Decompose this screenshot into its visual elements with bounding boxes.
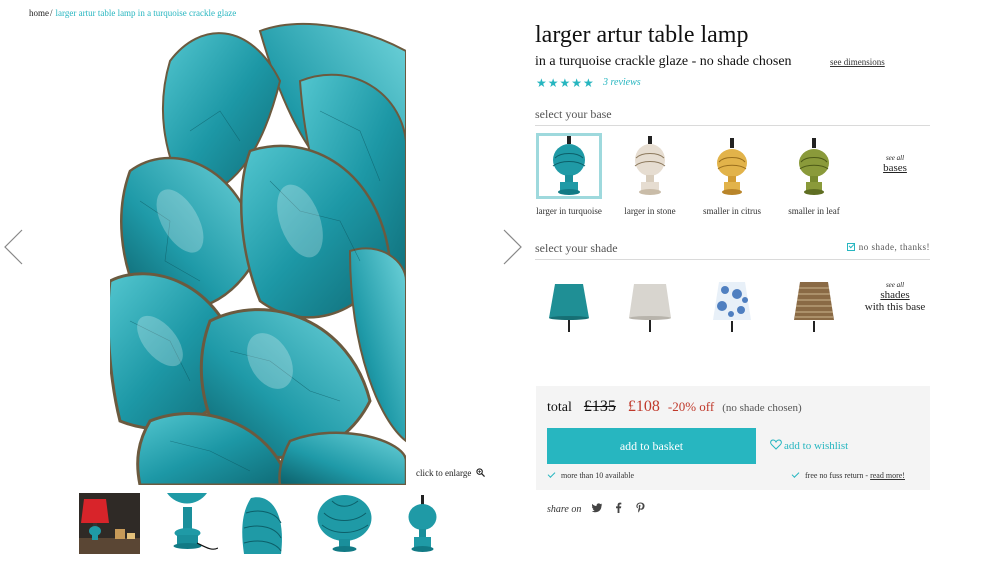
base-option-label: smaller in leaf <box>788 206 840 216</box>
facebook-icon[interactable] <box>613 502 624 513</box>
lampshade-icon <box>713 282 751 332</box>
shade-option-brown-pattern[interactable] <box>780 280 848 332</box>
pinterest-icon[interactable] <box>635 502 646 513</box>
thumbnail-room-scene[interactable] <box>79 493 140 554</box>
product-subtitle: in a turquoise crackle glaze - no shade … <box>535 54 792 69</box>
add-to-wishlist-link[interactable]: add to wishlist <box>770 439 848 452</box>
see-all-shades-extra: with this base <box>864 301 926 313</box>
check-icon <box>547 470 556 478</box>
base-option-larger-turquoise[interactable]: larger in turquoise <box>535 133 603 217</box>
price-total: total £135 £108 -20% off (no shade chose… <box>547 398 802 416</box>
select-base-heading: select your base <box>535 107 930 126</box>
breadcrumb: home/larger artur table lamp in a turquo… <box>29 8 236 18</box>
share-bar: share on <box>547 502 646 515</box>
see-all-shades-link[interactable]: shades <box>855 289 935 301</box>
enlarge-label: click to enlarge <box>416 468 472 478</box>
no-shade-label: no shade, thanks! <box>858 242 930 252</box>
discount-badge: -20% off <box>667 399 715 414</box>
rating-stars: ★★★★★ <box>536 76 595 90</box>
base-option-label: larger in stone <box>624 206 676 216</box>
select-shade-heading: select your shade no shade, thanks! <box>535 241 930 260</box>
stock-status: more than 10 available <box>547 470 635 480</box>
price-note: (no shade chosen) <box>722 402 802 414</box>
lampshade-icon <box>549 284 589 332</box>
thumbnail-full-lamp[interactable] <box>392 493 453 554</box>
thumbnail-side-view[interactable] <box>236 493 297 554</box>
check-icon <box>791 470 800 478</box>
base-option-image <box>699 133 765 199</box>
base-option-label: larger in turquoise <box>536 206 602 216</box>
main-product-image[interactable] <box>110 21 406 485</box>
purchase-panel: total £135 £108 -20% off (no shade chose… <box>536 386 930 490</box>
zoom-icon <box>475 468 485 477</box>
base-option-smaller-citrus[interactable]: smaller in citrus <box>698 133 766 217</box>
returns-info: free no fuss return - read more! <box>791 470 905 480</box>
twitter-icon[interactable] <box>591 502 603 513</box>
breadcrumb-home-link[interactable]: home <box>29 8 49 18</box>
lampshade-icon <box>794 282 834 332</box>
base-option-image <box>536 133 602 199</box>
original-price: £135 <box>583 398 616 415</box>
sale-price: £108 <box>627 398 660 415</box>
thumbnail-top-view[interactable] <box>314 493 375 554</box>
shade-option-turquoise[interactable] <box>535 280 603 332</box>
click-to-enlarge[interactable]: click to enlarge <box>416 468 485 478</box>
base-option-image <box>617 133 683 199</box>
wishlist-label: add to wishlist <box>784 440 849 452</box>
breadcrumb-separator: / <box>50 8 53 18</box>
checkbox-checked-icon <box>846 243 855 251</box>
stock-label: more than 10 available <box>561 471 635 480</box>
select-shade-label: select your shade <box>535 241 618 255</box>
see-all-bases-link[interactable]: bases <box>855 162 935 174</box>
no-shade-checkbox[interactable]: no shade, thanks! <box>846 242 930 252</box>
base-option-label: smaller in citrus <box>703 206 761 216</box>
see-all-small-label: see all <box>885 281 905 289</box>
heart-icon <box>770 439 782 450</box>
thumbnail-base-detail[interactable] <box>157 493 218 554</box>
shade-option-stone[interactable] <box>616 280 684 332</box>
base-option-larger-stone[interactable]: larger in stone <box>616 133 684 217</box>
see-all-small-label: see all <box>885 154 905 162</box>
reviews-link[interactable]: 3 reviews <box>603 77 641 88</box>
add-to-basket-button[interactable]: add to basket <box>547 428 756 464</box>
see-all-bases[interactable]: see all bases <box>855 154 935 174</box>
chevron-left-icon <box>4 229 23 265</box>
shade-option-blue-floral[interactable] <box>698 280 766 332</box>
see-all-shades[interactable]: see all shades with this base <box>855 281 935 313</box>
read-more-link[interactable]: read more! <box>870 471 905 480</box>
base-option-image <box>781 133 847 199</box>
select-base-label: select your base <box>535 107 612 121</box>
base-option-smaller-leaf[interactable]: smaller in leaf <box>780 133 848 217</box>
breadcrumb-current[interactable]: larger artur table lamp in a turquoise c… <box>56 8 237 18</box>
share-label: share on <box>547 504 582 515</box>
lampshade-icon <box>629 284 671 332</box>
see-dimensions-link[interactable]: see dimensions <box>830 57 885 67</box>
gallery-next-button[interactable] <box>500 228 524 266</box>
chevron-right-icon <box>503 229 522 265</box>
total-label: total <box>547 400 572 415</box>
returns-label: free no fuss return - <box>805 471 869 480</box>
product-title: larger artur table lamp <box>535 22 749 48</box>
gallery-prev-button[interactable] <box>2 228 26 266</box>
